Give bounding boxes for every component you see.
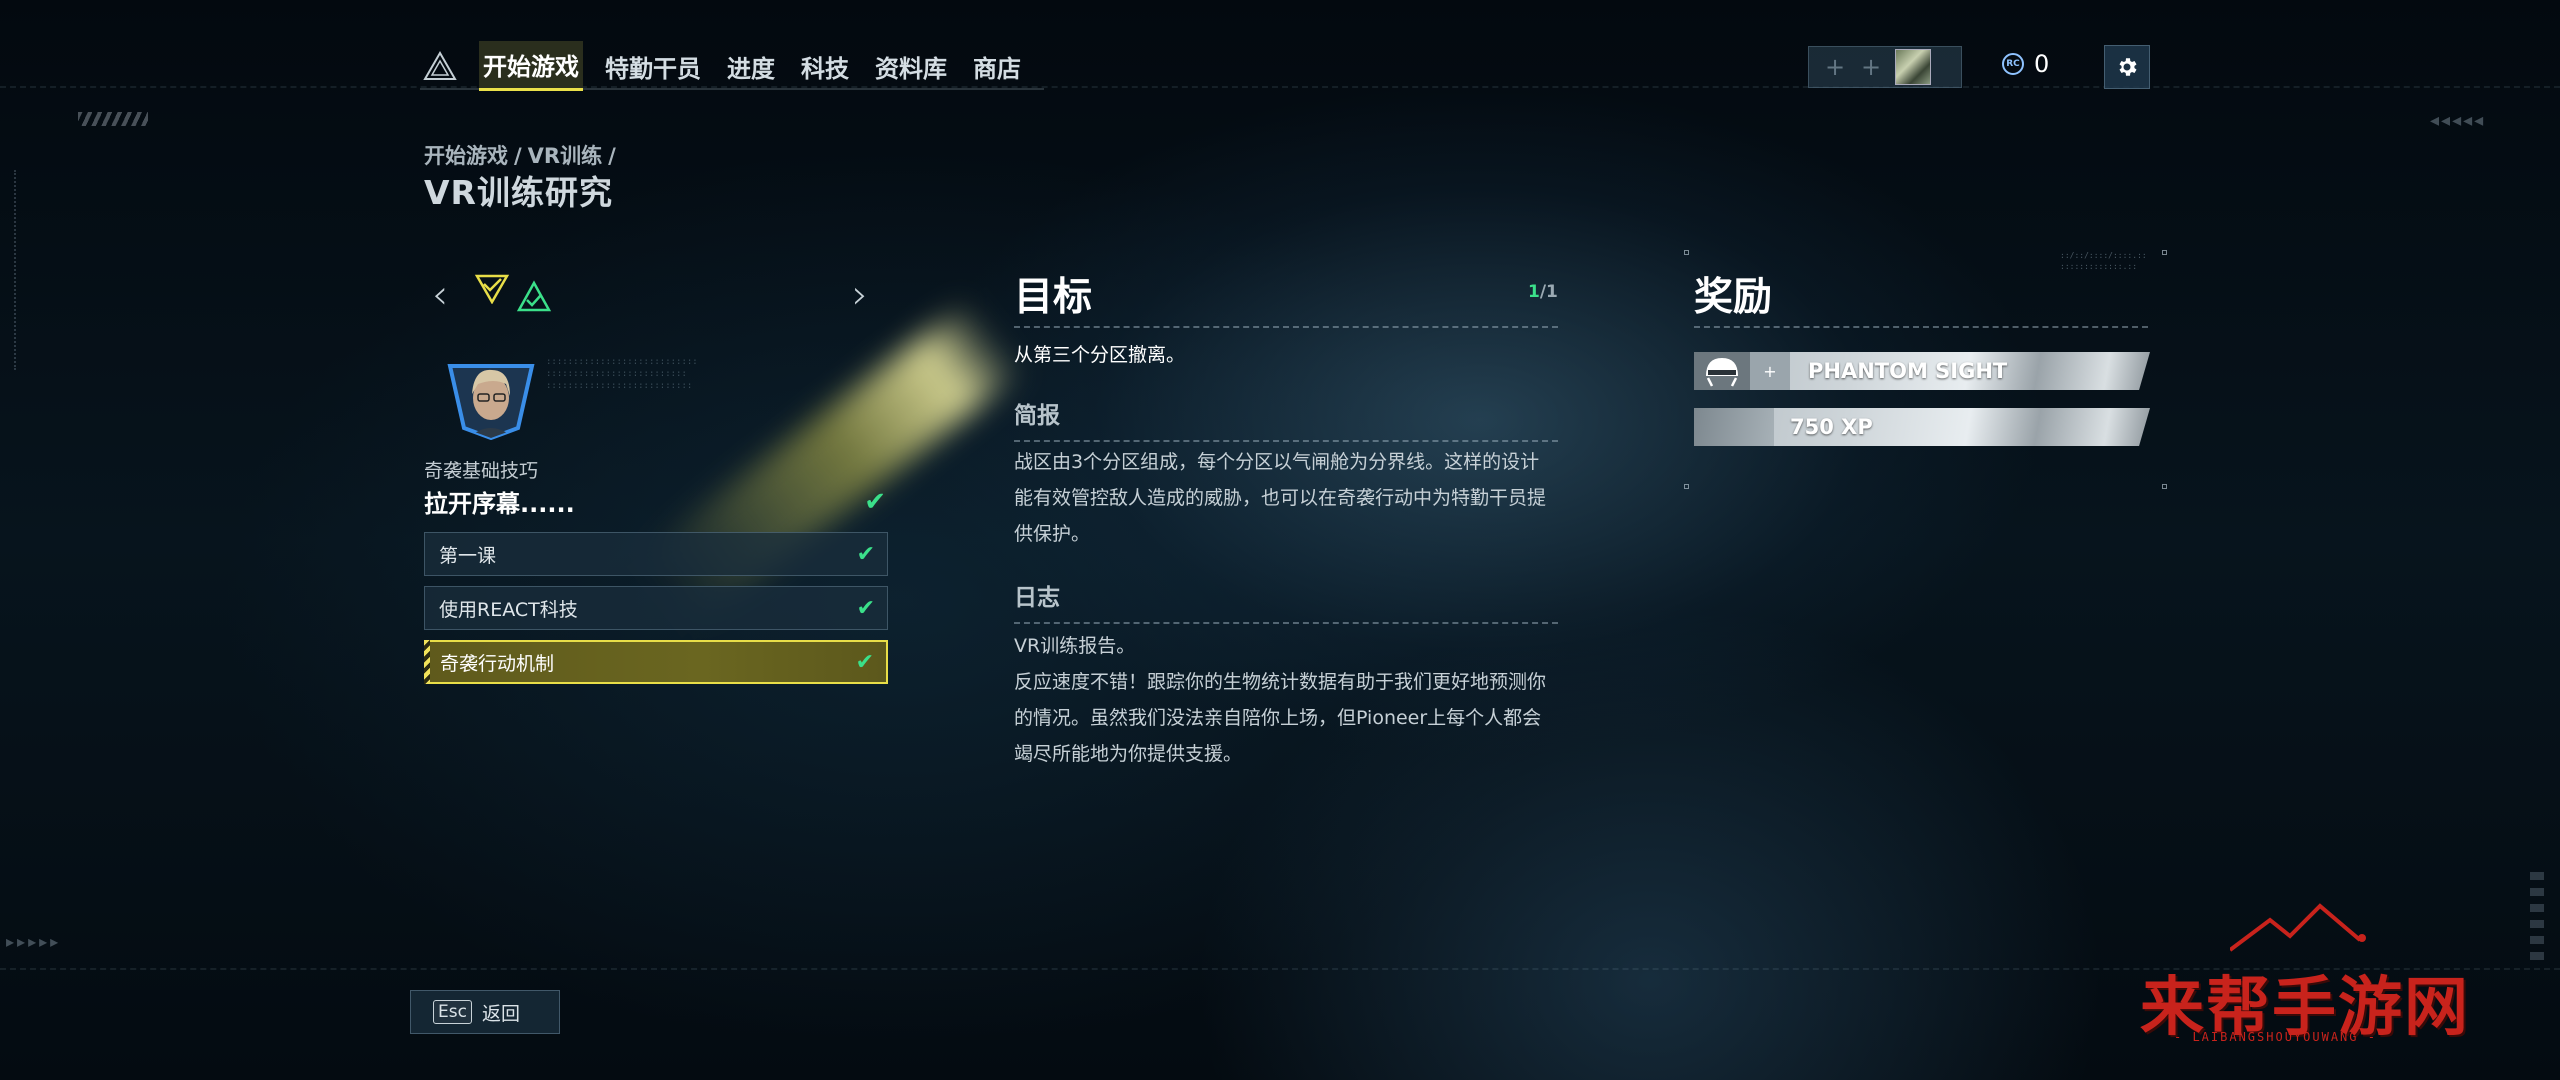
plus-icon: + [1750,352,1790,390]
log-heading: 日志 [1014,585,1060,611]
breadcrumb-separator: / [514,144,522,168]
tab-archive[interactable]: 资料库 [871,43,951,90]
objective-counter-total: /1 [1539,282,1558,302]
helmet-icon [1694,352,1750,390]
left-arrows-decoration: ◂◂◂◂◂ [2430,110,2486,131]
tab-play[interactable]: 开始游戏 [479,41,583,91]
objectives-heading: 目标 [1014,275,1093,320]
frame-corner [2162,484,2167,489]
lesson-item-selected[interactable]: 奇袭行动机制 ✔ [424,640,888,684]
badge-check-yellow-icon [474,274,510,304]
currency-display: RC 0 [2002,50,2049,78]
reward-item: + PHANTOM SIGHT [1694,352,2150,390]
breadcrumb-item-vr-training[interactable]: VR训练 [528,144,602,168]
briefing-text: 战区由3个分区组成，每个分区以气闸舱为分界线。这样的设计能有效管控敌人造成的威胁… [1014,451,1547,545]
tab-progression[interactable]: 进度 [723,43,779,90]
game-logo-icon[interactable] [420,46,460,86]
decorative-readout: :::::::::::::::::::::::::::: :::::::::::… [546,357,698,391]
tab-store[interactable]: 商店 [969,43,1025,90]
mission-header: 拉开序幕...... ✔ [424,484,886,519]
currency-icon: RC [2002,53,2024,75]
top-nav: 开始游戏 特勤干员 进度 科技 资料库 商店 [420,41,1044,91]
party-panel: + + [1808,46,1962,88]
completion-badges [474,272,552,316]
gear-icon [2119,58,2137,76]
site-watermark: 来帮手游网 - LAIBANGSHOUYOUWANG - [2140,900,2490,1070]
top-dashed-divider [0,86,2560,88]
operator-portrait [444,354,538,441]
back-label: 返回 [481,1002,520,1025]
lesson-item[interactable]: 使用REACT科技 ✔ [424,586,888,630]
check-icon: ✔ [855,649,874,675]
frame-corner [1684,484,1689,489]
briefing-heading: 简报 [1014,403,1060,429]
tab-tech[interactable]: 科技 [797,43,853,90]
lesson-label: 第一课 [439,544,497,567]
breadcrumb-item-play[interactable]: 开始游戏 [424,144,508,168]
party-slot-empty[interactable]: + [1853,49,1889,85]
back-button[interactable]: Esc 返回 [410,990,560,1034]
tab-operators[interactable]: 特勤干员 [601,43,705,90]
objective-text: 从第三个分区撤离。 [1014,344,1186,366]
rewards-divider [1694,326,2148,328]
side-decoration [14,170,44,370]
previous-arrow-icon[interactable]: ‹ [432,272,448,318]
party-slot-empty[interactable]: + [1817,49,1853,85]
mission-category: 奇袭基础技巧 [424,460,539,482]
check-icon: ✔ [864,486,886,517]
decorative-code: ::/::/::::/::::.:: :::::::::::::.:: [2060,251,2147,271]
lesson-label: 使用REACT科技 [439,598,578,621]
reward-label: 750 XP [1790,415,1873,439]
briefing-divider [1014,440,1558,442]
objectives-divider [1014,326,1558,328]
lesson-label: 奇袭行动机制 [440,652,555,675]
frame-corner [2162,250,2167,255]
currency-amount: 0 [2034,50,2050,78]
lesson-item[interactable]: 第一课 ✔ [424,532,888,576]
page-title: VR训练研究 [424,173,613,212]
log-divider [1014,622,1558,624]
objective-counter-current: 1 [1528,282,1540,302]
breadcrumb-separator: / [608,144,616,168]
objective-counter: 1/1 [1528,282,1558,302]
log-title: VR训练报告。 [1014,635,1136,657]
right-edge-decoration [2530,872,2544,962]
hatch-decoration [78,112,148,126]
frame-corner [1684,250,1689,255]
watermark-house-icon [2230,903,2366,952]
esc-key-hint: Esc [433,1000,472,1024]
check-icon: ✔ [856,595,875,621]
xp-icon [1694,408,1774,446]
player-avatar[interactable] [1895,49,1931,85]
rewards-heading: 奖励 [1694,275,1773,320]
watermark-subtext: - LAIBANGSHOUYOUWANG - [2174,1030,2377,1044]
next-arrow-icon[interactable]: › [852,272,868,318]
log-text: 反应速度不错！跟踪你的生物统计数据有助于我们更好地预测你的情况。虽然我们没法亲自… [1014,671,1547,765]
mission-title: 拉开序幕...... [424,490,575,518]
right-arrows-decoration: ▸▸▸▸▸ [6,932,62,951]
badge-check-green-icon [516,280,552,312]
reward-item: 750 XP [1694,408,2150,446]
check-icon: ✔ [856,541,875,567]
reward-label: PHANTOM SIGHT [1808,359,2008,383]
settings-button[interactable] [2104,45,2150,89]
